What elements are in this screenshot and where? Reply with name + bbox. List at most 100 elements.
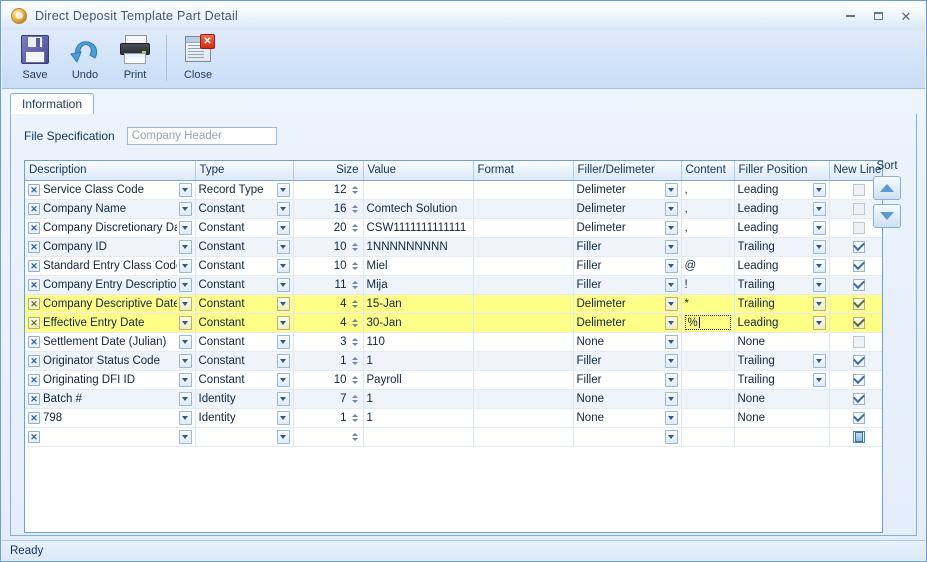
column-header-filler-position[interactable]: Filler Position — [734, 161, 830, 181]
filler-delimeter-dropdown-button[interactable] — [664, 391, 678, 406]
tab-information[interactable]: Information — [10, 93, 95, 114]
undo-button[interactable]: Undo — [60, 30, 110, 86]
table-row[interactable]: ✕ Effective Entry Date Constant 4 30-Jan Deli… — [25, 313, 882, 333]
delete-row-button[interactable]: ✕ — [28, 221, 40, 234]
filler-delimeter-dropdown-button[interactable] — [664, 410, 678, 425]
size-stepper[interactable] — [351, 335, 360, 349]
cell-filler-delimeter[interactable]: Filler — [573, 237, 682, 257]
cell-value[interactable]: Miel — [363, 256, 474, 276]
cell-size[interactable]: 10 — [293, 256, 364, 276]
print-button[interactable]: Print — [110, 30, 160, 86]
filler-delimeter-dropdown-button[interactable] — [664, 201, 678, 216]
cell-description[interactable]: ✕ Service Class Code — [25, 180, 196, 200]
cell-filler-delimeter[interactable]: Delimeter — [573, 218, 682, 238]
cell-format[interactable] — [473, 427, 574, 447]
cell-filler-position[interactable]: Trailing — [734, 294, 830, 314]
filler-delimeter-dropdown-button[interactable] — [664, 239, 678, 254]
close-toolbar-button[interactable]: ✕ Close — [173, 30, 223, 86]
cell-description[interactable]: ✕ Company Entry Description — [25, 275, 196, 295]
size-stepper[interactable] — [351, 373, 360, 387]
cell-filler-delimeter[interactable]: None — [573, 332, 682, 352]
cell-description[interactable]: ✕ Settlement Date (Julian) — [25, 332, 196, 352]
description-dropdown-button[interactable] — [178, 277, 192, 292]
cell-filler-position[interactable]: Trailing — [734, 351, 830, 371]
field-grid[interactable]: Description Type Size Value Format Fille… — [24, 160, 883, 533]
size-stepper[interactable] — [351, 221, 360, 235]
column-header-content[interactable]: Content — [681, 161, 735, 181]
table-row[interactable]: ✕ 798 Identity 1 1 None None — [25, 408, 882, 428]
column-header-size[interactable]: Size — [293, 161, 364, 181]
cell-description[interactable]: ✕ Company Descriptive Date — [25, 294, 196, 314]
filler-position-dropdown-button[interactable] — [812, 201, 826, 216]
cell-content[interactable] — [681, 351, 735, 371]
cell-value[interactable]: Mija — [363, 275, 474, 295]
type-dropdown-button[interactable] — [276, 391, 290, 406]
cell-type[interactable]: Identity — [195, 408, 294, 428]
filler-delimeter-dropdown-button[interactable] — [664, 182, 678, 197]
size-stepper[interactable] — [351, 259, 360, 273]
size-stepper[interactable] — [351, 430, 360, 444]
cell-type[interactable]: Constant — [195, 351, 294, 371]
description-dropdown-button[interactable] — [178, 296, 192, 311]
type-dropdown-button[interactable] — [276, 372, 290, 387]
cell-type[interactable]: Constant — [195, 237, 294, 257]
cell-new-line[interactable] — [829, 408, 882, 428]
table-row[interactable]: ✕ Originating DFI ID Constant 10 Payroll Fill… — [25, 370, 882, 390]
cell-filler-position[interactable]: Leading — [734, 313, 830, 333]
cell-description[interactable]: ✕ Batch # — [25, 389, 196, 409]
filler-delimeter-dropdown-button[interactable] — [664, 353, 678, 368]
cell-new-line[interactable] — [829, 389, 882, 409]
delete-row-button[interactable]: ✕ — [28, 392, 40, 405]
new-line-checkbox[interactable] — [853, 259, 865, 272]
cell-filler-position[interactable]: Trailing — [734, 275, 830, 295]
sort-down-button[interactable] — [873, 204, 901, 228]
cell-content[interactable] — [681, 332, 735, 352]
cell-new-line[interactable] — [829, 427, 882, 447]
description-dropdown-button[interactable] — [178, 239, 192, 254]
cell-value[interactable]: 1 — [363, 408, 474, 428]
delete-row-button[interactable]: ✕ — [28, 259, 40, 272]
cell-content[interactable] — [681, 389, 735, 409]
cell-content[interactable]: , — [681, 218, 735, 238]
filler-delimeter-dropdown-button[interactable] — [664, 334, 678, 349]
cell-size[interactable]: 4 — [293, 313, 364, 333]
cell-format[interactable] — [473, 389, 574, 409]
delete-row-button[interactable]: ✕ — [28, 278, 40, 291]
cell-value[interactable]: Comtech Solution — [363, 199, 474, 219]
file-specification-input[interactable]: Company Header — [126, 127, 277, 145]
table-row[interactable]: ✕ Company Descriptive Date Constant 4 15-Jan… — [25, 294, 882, 314]
cell-type[interactable]: Constant — [195, 313, 294, 333]
cell-description[interactable]: ✕ 798 — [25, 408, 196, 428]
cell-type[interactable]: Constant — [195, 370, 294, 390]
cell-size[interactable]: 16 — [293, 199, 364, 219]
delete-row-button[interactable]: ✕ — [28, 373, 40, 386]
column-header-format[interactable]: Format — [473, 161, 574, 181]
new-line-checkbox[interactable] — [853, 316, 865, 329]
cell-value[interactable]: 1 — [363, 351, 474, 371]
cell-size[interactable]: 10 — [293, 237, 364, 257]
description-dropdown-button[interactable] — [178, 334, 192, 349]
type-dropdown-button[interactable] — [276, 220, 290, 235]
description-dropdown-button[interactable] — [178, 220, 192, 235]
cell-new-line[interactable] — [829, 332, 882, 352]
cell-filler-delimeter[interactable]: Delimeter — [573, 180, 682, 200]
column-header-filler-delimeter[interactable]: Filler/Delimeter — [573, 161, 682, 181]
cell-filler-delimeter[interactable]: Delimeter — [573, 313, 682, 333]
close-button[interactable]: ✕ — [893, 6, 919, 26]
cell-filler-position[interactable]: Trailing — [734, 237, 830, 257]
cell-size[interactable]: 1 — [293, 408, 364, 428]
cell-filler-position[interactable]: Leading — [734, 180, 830, 200]
cell-new-line[interactable] — [829, 370, 882, 390]
type-dropdown-button[interactable] — [276, 429, 290, 444]
cell-value[interactable]: 30-Jan — [363, 313, 474, 333]
delete-row-button[interactable]: ✕ — [28, 430, 40, 443]
cell-type[interactable]: Constant — [195, 199, 294, 219]
filler-position-dropdown-button[interactable] — [812, 372, 826, 387]
cell-content[interactable]: @ — [681, 256, 735, 276]
cell-format[interactable] — [473, 218, 574, 238]
table-row[interactable]: ✕ Settlement Date (Julian) Constant 3 110 Non… — [25, 332, 882, 352]
cell-format[interactable] — [473, 256, 574, 276]
cell-filler-delimeter[interactable]: None — [573, 408, 682, 428]
cell-value[interactable]: 15-Jan — [363, 294, 474, 314]
cell-filler-delimeter[interactable]: None — [573, 389, 682, 409]
